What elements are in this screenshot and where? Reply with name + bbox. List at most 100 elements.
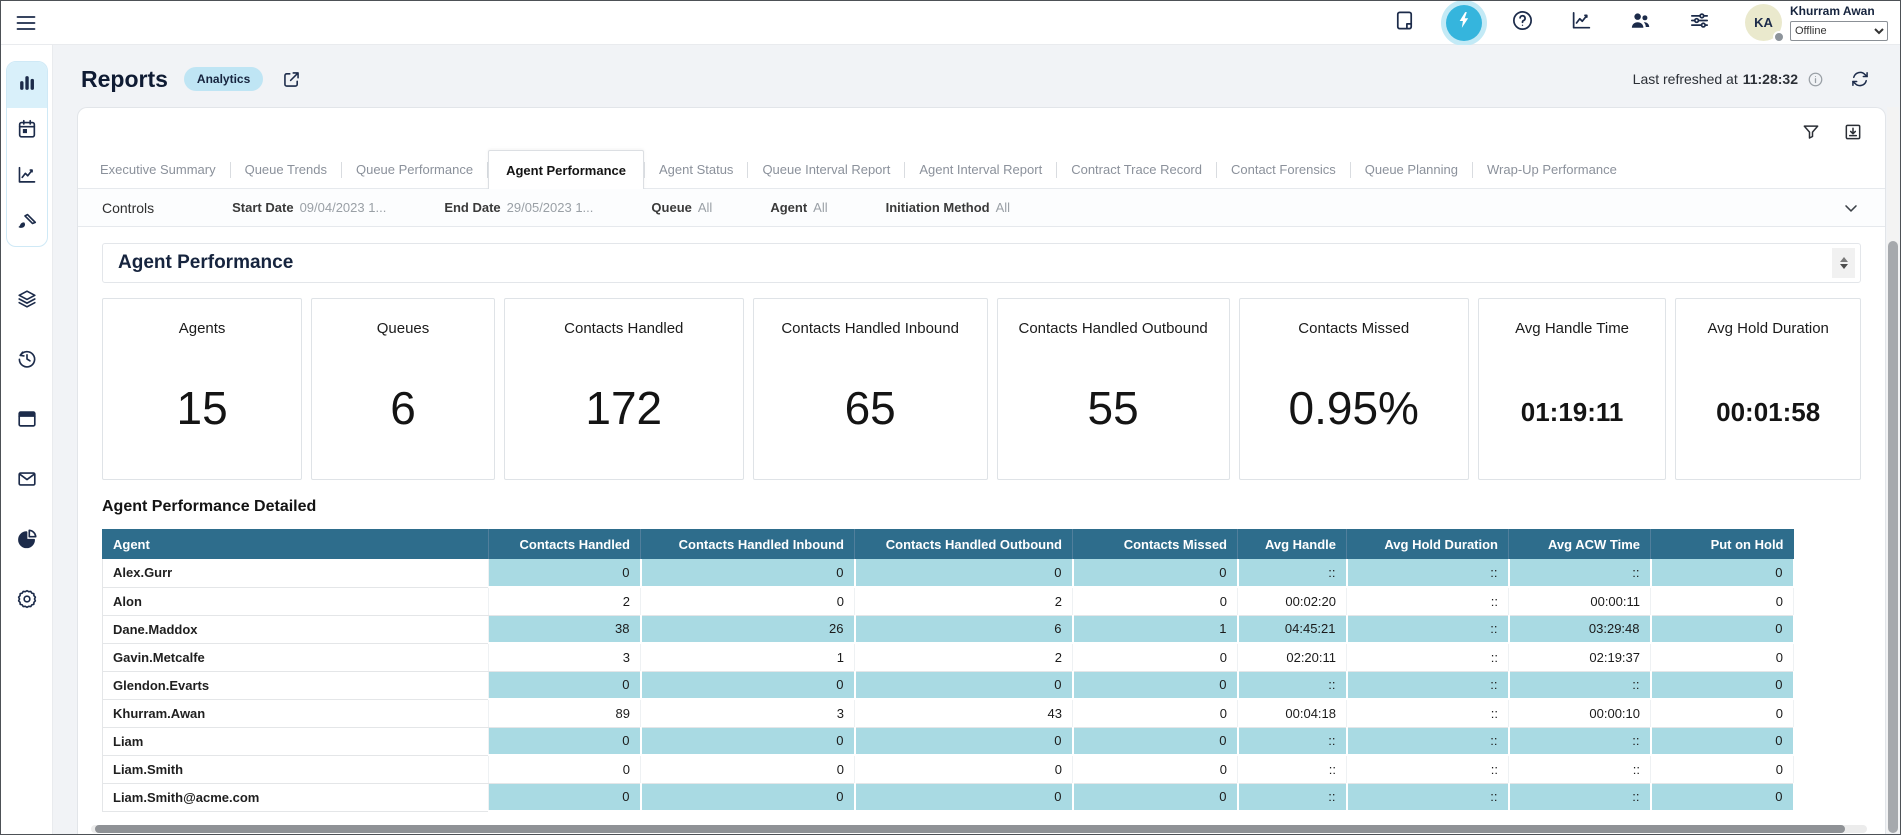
chevron-down-icon[interactable] bbox=[1841, 198, 1861, 218]
pie-chart-icon bbox=[16, 528, 38, 555]
filter-initiation-method[interactable]: Initiation Method All bbox=[886, 200, 1010, 215]
tab-queue-interval-report[interactable]: Queue Interval Report bbox=[748, 152, 904, 188]
table-row[interactable]: Dane.Maddox38266104:45:21::03:29:480 bbox=[103, 615, 1794, 643]
tab-agent-performance[interactable]: Agent Performance bbox=[488, 150, 644, 191]
reports-panel: Executive SummaryQueue TrendsQueue Perfo… bbox=[77, 107, 1886, 834]
value-cell: :: bbox=[1509, 559, 1651, 587]
agent-name-cell: Khurram.Awan bbox=[103, 699, 489, 727]
line-chart-icon bbox=[16, 164, 38, 191]
sidebar-item-insights[interactable] bbox=[7, 511, 47, 571]
avatar[interactable]: KA bbox=[1745, 4, 1782, 41]
table-row[interactable]: Alex.Gurr0000::::::0 bbox=[103, 559, 1794, 587]
filter-start-date[interactable]: Start Date 09/04/2023 1... bbox=[232, 200, 386, 215]
table-row[interactable]: Khurram.Awan89343000:04:18::00:00:100 bbox=[103, 699, 1794, 727]
column-header[interactable]: Avg Hold Duration bbox=[1347, 529, 1509, 559]
filter-name: Queue bbox=[651, 200, 691, 215]
topbar-notes-button[interactable] bbox=[1375, 9, 1434, 37]
topbar-settings-button[interactable] bbox=[1670, 9, 1729, 37]
sidebar-item-modules[interactable] bbox=[7, 271, 47, 331]
sidebar-item-messages[interactable] bbox=[7, 451, 47, 511]
filter-icon[interactable] bbox=[1801, 122, 1821, 142]
value-cell: :: bbox=[1347, 559, 1509, 587]
agent-performance-table: AgentContacts HandledContacts Handled In… bbox=[102, 529, 1795, 812]
tab-agent-status[interactable]: Agent Status bbox=[645, 152, 747, 188]
kpi-value: 01:19:11 bbox=[1521, 397, 1624, 428]
horizontal-scrollbar[interactable] bbox=[91, 825, 1867, 833]
table-row[interactable]: Alon202000:02:20::00:00:110 bbox=[103, 587, 1794, 615]
column-header[interactable]: Contacts Handled Outbound bbox=[855, 529, 1073, 559]
calendar-icon bbox=[16, 118, 38, 145]
kpi-label: Queues bbox=[377, 320, 430, 337]
sliders-icon bbox=[1688, 9, 1711, 37]
table-row[interactable]: Glendon.Evarts0000::::::0 bbox=[103, 671, 1794, 699]
sidebar-item-pages[interactable] bbox=[7, 391, 47, 451]
note-icon bbox=[1393, 9, 1416, 37]
tab-queue-planning[interactable]: Queue Planning bbox=[1351, 152, 1472, 188]
value-cell: :: bbox=[1238, 671, 1347, 699]
sidebar-item-designer[interactable] bbox=[7, 200, 47, 246]
controls-bar[interactable]: Controls Start Date 09/04/2023 1...End D… bbox=[78, 189, 1885, 227]
tab-contract-trace-record[interactable]: Contract Trace Record bbox=[1057, 152, 1216, 188]
kpi-value: 00:01:58 bbox=[1716, 397, 1820, 428]
filter-name: End Date bbox=[444, 200, 500, 215]
tab-queue-trends[interactable]: Queue Trends bbox=[231, 152, 341, 188]
horizontal-scrollbar-thumb[interactable] bbox=[95, 825, 1845, 833]
filter-end-date[interactable]: End Date 29/05/2023 1... bbox=[444, 200, 593, 215]
hamburger-menu-button[interactable] bbox=[14, 11, 38, 35]
value-cell: 3 bbox=[489, 643, 641, 671]
value-cell: :: bbox=[1347, 643, 1509, 671]
table-row[interactable]: Gavin.Metcalfe312002:20:11::02:19:370 bbox=[103, 643, 1794, 671]
column-header[interactable]: Contacts Handled Inbound bbox=[641, 529, 855, 559]
info-icon[interactable] bbox=[1807, 71, 1824, 88]
agent-status-select[interactable]: Offline bbox=[1790, 21, 1888, 41]
external-link-icon[interactable] bbox=[281, 69, 302, 90]
tab-wrap-up-performance[interactable]: Wrap-Up Performance bbox=[1473, 152, 1631, 188]
sidebar-item-settings[interactable] bbox=[7, 571, 47, 631]
topbar-flows-button[interactable] bbox=[1434, 5, 1493, 41]
lightning-icon bbox=[1454, 10, 1474, 35]
topbar-users-button[interactable] bbox=[1611, 9, 1670, 37]
kpi-card-queues: Queues 6 bbox=[311, 298, 495, 480]
value-cell: 03:29:48 bbox=[1509, 615, 1651, 643]
topbar-metrics-button[interactable] bbox=[1552, 9, 1611, 37]
filter-agent[interactable]: Agent All bbox=[770, 200, 827, 215]
tab-agent-interval-report[interactable]: Agent Interval Report bbox=[905, 152, 1056, 188]
tab-executive-summary[interactable]: Executive Summary bbox=[86, 152, 230, 188]
download-icon[interactable] bbox=[1843, 122, 1863, 142]
column-header[interactable]: Agent bbox=[103, 529, 489, 559]
table-row[interactable]: Liam.Smith0000::::::0 bbox=[103, 755, 1794, 783]
column-header[interactable]: Contacts Handled bbox=[489, 529, 641, 559]
filter-value: All bbox=[698, 200, 712, 215]
filter-queue[interactable]: Queue All bbox=[651, 200, 712, 215]
kpi-value: 172 bbox=[585, 381, 662, 435]
tab-contact-forensics[interactable]: Contact Forensics bbox=[1217, 152, 1350, 188]
sidebar-item-history[interactable] bbox=[7, 331, 47, 391]
vertical-scrollbar[interactable] bbox=[1887, 107, 1899, 833]
value-cell: :: bbox=[1347, 671, 1509, 699]
value-cell: 0 bbox=[1073, 671, 1238, 699]
value-cell: 0 bbox=[855, 755, 1073, 783]
report-tabs: Executive SummaryQueue TrendsQueue Perfo… bbox=[78, 152, 1885, 189]
kpi-value: 15 bbox=[176, 381, 227, 435]
topbar-icon-group bbox=[1375, 5, 1729, 41]
value-cell: 2 bbox=[855, 587, 1073, 615]
topbar-help-button[interactable] bbox=[1493, 9, 1552, 37]
value-cell: 0 bbox=[1651, 783, 1794, 811]
refresh-button[interactable] bbox=[1850, 69, 1870, 89]
column-header[interactable]: Put on Hold bbox=[1651, 529, 1794, 559]
value-cell: 0 bbox=[1073, 587, 1238, 615]
tab-queue-performance[interactable]: Queue Performance bbox=[342, 152, 487, 188]
column-header[interactable]: Avg ACW Time bbox=[1509, 529, 1651, 559]
sidebar-item-schedule[interactable] bbox=[7, 108, 47, 154]
sidebar-item-analytics[interactable] bbox=[7, 154, 47, 200]
section-stepper[interactable] bbox=[1832, 248, 1855, 278]
table-row[interactable]: Liam.Smith@acme.com0000::::::0 bbox=[103, 783, 1794, 811]
value-cell: 0 bbox=[1073, 783, 1238, 811]
sidebar-item-reports[interactable] bbox=[7, 62, 47, 108]
table-row[interactable]: Liam0000::::::0 bbox=[103, 727, 1794, 755]
kpi-card-contacts-missed: Contacts Missed 0.95% bbox=[1239, 298, 1469, 480]
vertical-scrollbar-thumb[interactable] bbox=[1888, 241, 1898, 833]
value-cell: 0 bbox=[855, 783, 1073, 811]
column-header[interactable]: Avg Handle bbox=[1238, 529, 1347, 559]
column-header[interactable]: Contacts Missed bbox=[1073, 529, 1238, 559]
